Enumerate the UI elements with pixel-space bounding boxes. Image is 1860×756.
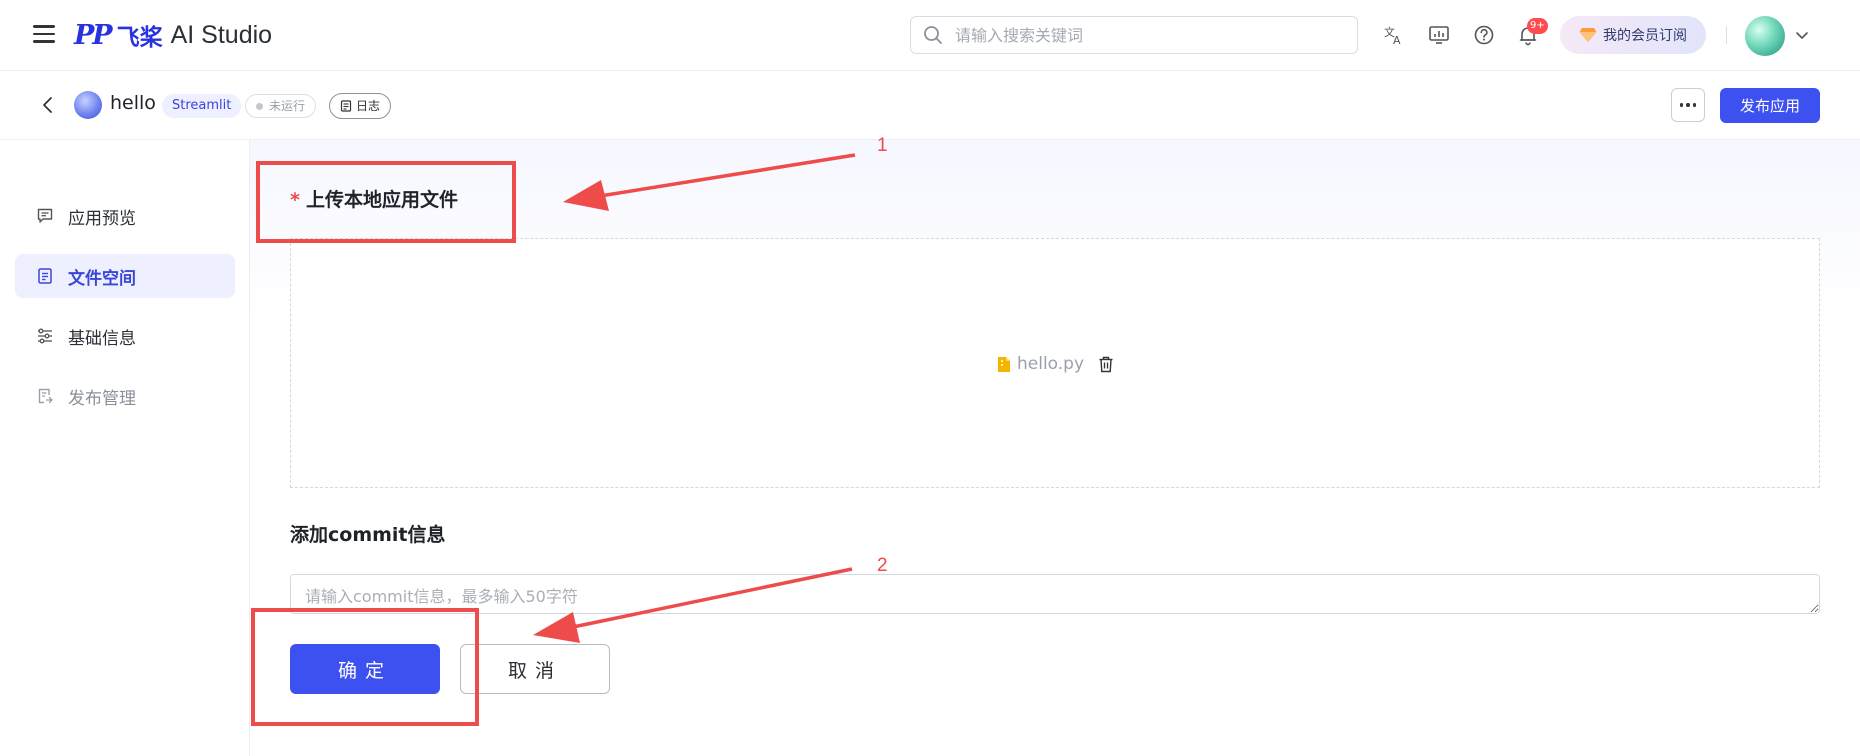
search-icon <box>924 26 942 44</box>
logo[interactable]: PP 飞桨 AI Studio <box>74 18 272 52</box>
search-box[interactable] <box>910 16 1358 54</box>
publish-app-button[interactable]: 发布应用 <box>1720 88 1820 123</box>
monitor-icon[interactable] <box>1428 24 1450 46</box>
chevron-down-icon[interactable] <box>1794 27 1810 43</box>
more-dot <box>1692 103 1697 107</box>
more-dot <box>1686 103 1690 107</box>
sidebar-item-file-space[interactable]: 文件空间 <box>15 254 235 298</box>
search-input[interactable] <box>953 24 1337 46</box>
required-mark: * <box>290 189 300 211</box>
status-dot <box>256 102 263 110</box>
logo-mark: PP <box>74 19 113 51</box>
commit-input[interactable] <box>290 574 1820 614</box>
file-name: hello.py <box>1017 354 1085 374</box>
sidebar-item-preview[interactable]: 应用预览 <box>15 194 235 238</box>
header-divider <box>1726 26 1727 44</box>
sidebar-item-label: 发布管理 <box>68 388 136 409</box>
upload-label-text: 上传本地应用文件 <box>305 189 458 211</box>
app-icon <box>74 91 102 119</box>
notification-badge: 9+ <box>1527 18 1548 34</box>
sidebar-item-label: 基础信息 <box>68 328 136 349</box>
gem-icon <box>1579 28 1597 42</box>
file-icon <box>997 356 1011 373</box>
preview-icon <box>36 207 54 225</box>
confirm-button[interactable]: 确定 <box>290 644 440 694</box>
sidebar-item-basic-info[interactable]: 基础信息 <box>15 314 235 358</box>
annotation-number-2: 2 <box>877 555 888 576</box>
publish-manage-icon <box>36 387 54 405</box>
logo-text-en: AI Studio <box>170 20 273 49</box>
help-icon[interactable] <box>1473 24 1495 46</box>
log-label: 日志 <box>356 99 381 113</box>
sidebar: 应用预览 文件空间 基础信息 发布管理 <box>0 140 250 756</box>
svg-text:A: A <box>1393 34 1401 46</box>
delete-icon[interactable] <box>1098 356 1114 373</box>
member-subscription-button[interactable]: 我的会员订阅 <box>1560 16 1706 54</box>
upload-field-label: * 上传本地应用文件 <box>290 185 458 212</box>
app-header-bar: hello Streamlit 未运行 日志 发布应用 <box>0 71 1860 140</box>
file-space-icon <box>36 267 54 285</box>
avatar[interactable] <box>1745 16 1785 56</box>
back-arrow-icon[interactable] <box>38 95 58 115</box>
uploaded-file: hello.py <box>997 353 1114 375</box>
member-label: 我的会员订阅 <box>1603 28 1687 44</box>
status-badge: 未运行 <box>245 94 317 118</box>
commit-field-label: 添加commit信息 <box>290 524 446 546</box>
settings-sliders-icon <box>36 327 54 345</box>
framework-tag: Streamlit <box>162 94 242 118</box>
log-button[interactable]: 日志 <box>329 93 392 119</box>
translate-icon[interactable]: 文 A <box>1383 24 1405 46</box>
cancel-button[interactable]: 取消 <box>460 644 610 694</box>
log-icon <box>340 100 352 112</box>
status-text: 未运行 <box>269 99 306 113</box>
top-bar: PP 飞桨 AI Studio 文 A 9+ 我的会员订阅 <box>0 0 1860 71</box>
more-dot <box>1679 103 1684 107</box>
sidebar-item-publish-manage[interactable]: 发布管理 <box>15 374 235 418</box>
sidebar-item-label: 文件空间 <box>68 268 136 289</box>
app-name: hello <box>110 92 156 114</box>
annotation-number-1: 1 <box>877 135 888 156</box>
logo-text-cn: 飞桨 <box>116 25 163 51</box>
menu-icon[interactable] <box>33 25 55 43</box>
sidebar-item-label: 应用预览 <box>68 208 136 229</box>
more-options-button[interactable] <box>1671 88 1705 122</box>
